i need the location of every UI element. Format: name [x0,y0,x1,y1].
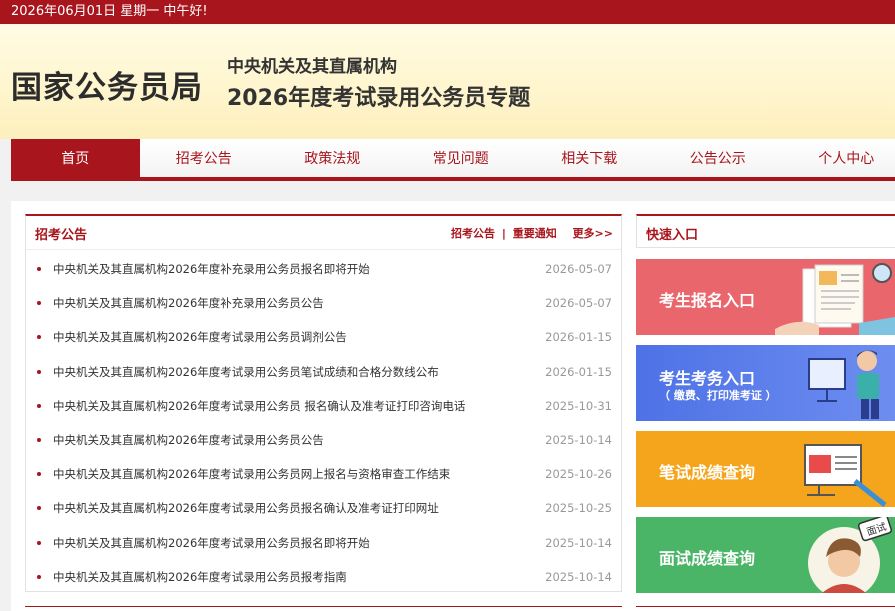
notice-panel: 招考公告 招考公告 | 重要通知 更多>> 中央机关及其直属机构2026年度补充… [25,214,622,592]
notice-date: 2026-01-15 [545,364,612,379]
site-title: 国家公务员局 [11,70,203,106]
notice-date: 2025-10-14 [545,569,612,584]
notice-item: 中央机关及其直属机构2026年度考试录用公务员网上报名与资格审查工作结束 2025… [26,457,621,491]
notice-title-link[interactable]: 中央机关及其直属机构2026年度考试录用公务员报考指南 [53,570,347,584]
notice-list: 中央机关及其直属机构2026年度补充录用公务员报名即将开始 2026-05-07 … [26,250,621,594]
top-date-bar: 2026年06月01日 星期一 中午好! [0,0,895,24]
notice-title-link[interactable]: 中央机关及其直属机构2026年度考试录用公务员报名确认及准考证打印网址 [53,501,439,515]
exam-affairs-entry-label: 考生考务入口 [659,369,756,388]
notice-panel-header: 招考公告 招考公告 | 重要通知 更多>> [26,216,621,250]
notice-panel-title: 招考公告 [35,228,88,243]
registration-form-icon [775,263,895,335]
exam-affairs-entry-sublabel: （ 缴费、打印准考证 ） [659,389,777,402]
subtitle-topic: 2026年度考试录用公务员专题 [227,86,531,111]
interview-score-query-label: 面试成绩查询 [659,549,756,568]
nav-item-personal-center[interactable]: 个人中心 [782,139,895,177]
interview-score-query-button[interactable]: 面试成绩查询 面试 [636,517,895,593]
nav-item-announcements[interactable]: 公告公示 [654,139,783,177]
nav-item-downloads[interactable]: 相关下载 [525,139,654,177]
interviewer-avatar-icon: 面试 [808,517,893,593]
notice-title-link[interactable]: 中央机关及其直属机构2026年度补充录用公务员公告 [53,296,324,310]
more-link[interactable]: 更多>> [573,227,613,240]
nav-item-recruitment-notices[interactable]: 招考公告 [140,139,269,177]
notice-title-link[interactable]: 中央机关及其直属机构2026年度考试录用公务员公告 [53,433,324,447]
notice-title-link[interactable]: 中央机关及其直属机构2026年度考试录用公务员网上报名与资格审查工作结束 [53,467,450,481]
notice-date: 2026-01-15 [545,330,612,345]
subtitle-org: 中央机关及其直属机构 [227,57,397,77]
notice-date: 2025-10-14 [545,432,612,447]
notice-title-link[interactable]: 中央机关及其直属机构2026年度补充录用公务员报名即将开始 [53,262,370,276]
registration-entry-button[interactable]: 考生报名入口 [636,259,895,335]
notice-date: 2025-10-14 [545,535,612,550]
written-score-query-label: 笔试成绩查询 [659,463,756,482]
main-nav: 首页 招考公告 政策法规 常见问题 相关下载 公告公示 个人中心 [11,139,895,181]
registration-entry-label: 考生报名入口 [659,291,756,310]
exam-affairs-entry-button[interactable]: 考生考务入口 （ 缴费、打印准考证 ） [636,345,895,421]
notice-date: 2025-10-31 [545,398,612,413]
quick-panel-bottom-divider [636,606,895,607]
notice-item: 中央机关及其直属机构2026年度补充录用公务员公告 2026-05-07 [26,286,621,320]
notice-date: 2026-05-07 [545,296,612,311]
notice-item: 中央机关及其直属机构2026年度考试录用公务员报名确认及准考证打印网址 2025-… [26,491,621,525]
notice-date: 2025-10-25 [545,501,612,516]
date-text: 2026年06月01日 星期一 中午好! [11,4,208,19]
quick-entry-title: 快速入口 [646,228,699,243]
notice-item: 中央机关及其直属机构2026年度考试录用公务员报名即将开始 2025-10-14 [26,526,621,560]
header-banner: 国家公务员局 中央机关及其直属机构 2026年度考试录用公务员专题 [0,24,895,139]
exam-paper-icon [804,444,887,507]
notice-item: 中央机关及其直属机构2026年度考试录用公务员 报名确认及准考证打印咨询电话 20… [26,389,621,423]
link-separator: | [501,227,506,240]
notice-title-link[interactable]: 中央机关及其直属机构2026年度考试录用公务员调剂公告 [53,330,347,344]
notice-item: 中央机关及其直属机构2026年度补充录用公务员报名即将开始 2026-05-07 [26,252,621,286]
notice-item: 中央机关及其直属机构2026年度考试录用公务员调剂公告 2026-01-15 [26,320,621,354]
notice-title-link[interactable]: 中央机关及其直属机构2026年度考试录用公务员 报名确认及准考证打印咨询电话 [53,399,465,413]
person-at-computer-icon [808,350,879,419]
notice-item: 中央机关及其直属机构2026年度考试录用公务员笔试成绩和合格分数线公布 2026-… [26,355,621,389]
notice-date: 2026-05-07 [545,262,612,276]
nav-item-home[interactable]: 首页 [11,139,140,177]
nav-item-policies[interactable]: 政策法规 [268,139,397,177]
notice-link-recruitment[interactable]: 招考公告 [451,227,495,240]
written-score-query-button[interactable]: 笔试成绩查询 [636,431,895,507]
notice-title-link[interactable]: 中央机关及其直属机构2026年度考试录用公务员笔试成绩和合格分数线公布 [53,365,439,379]
quick-entry-header: 快速入口 [636,214,895,248]
notice-item: 中央机关及其直属机构2026年度考试录用公务员公告 2025-10-14 [26,423,621,457]
notice-item: 中央机关及其直属机构2026年度考试录用公务员报考指南 2025-10-14 [26,560,621,594]
nav-item-faq[interactable]: 常见问题 [397,139,526,177]
notice-link-important[interactable]: 重要通知 [513,227,557,240]
notice-date: 2025-10-26 [545,467,612,482]
notice-panel-links: 招考公告 | 重要通知 更多>> [451,225,613,241]
notice-title-link[interactable]: 中央机关及其直属机构2026年度考试录用公务员报名即将开始 [53,536,370,550]
panel-bottom-divider [25,606,622,607]
